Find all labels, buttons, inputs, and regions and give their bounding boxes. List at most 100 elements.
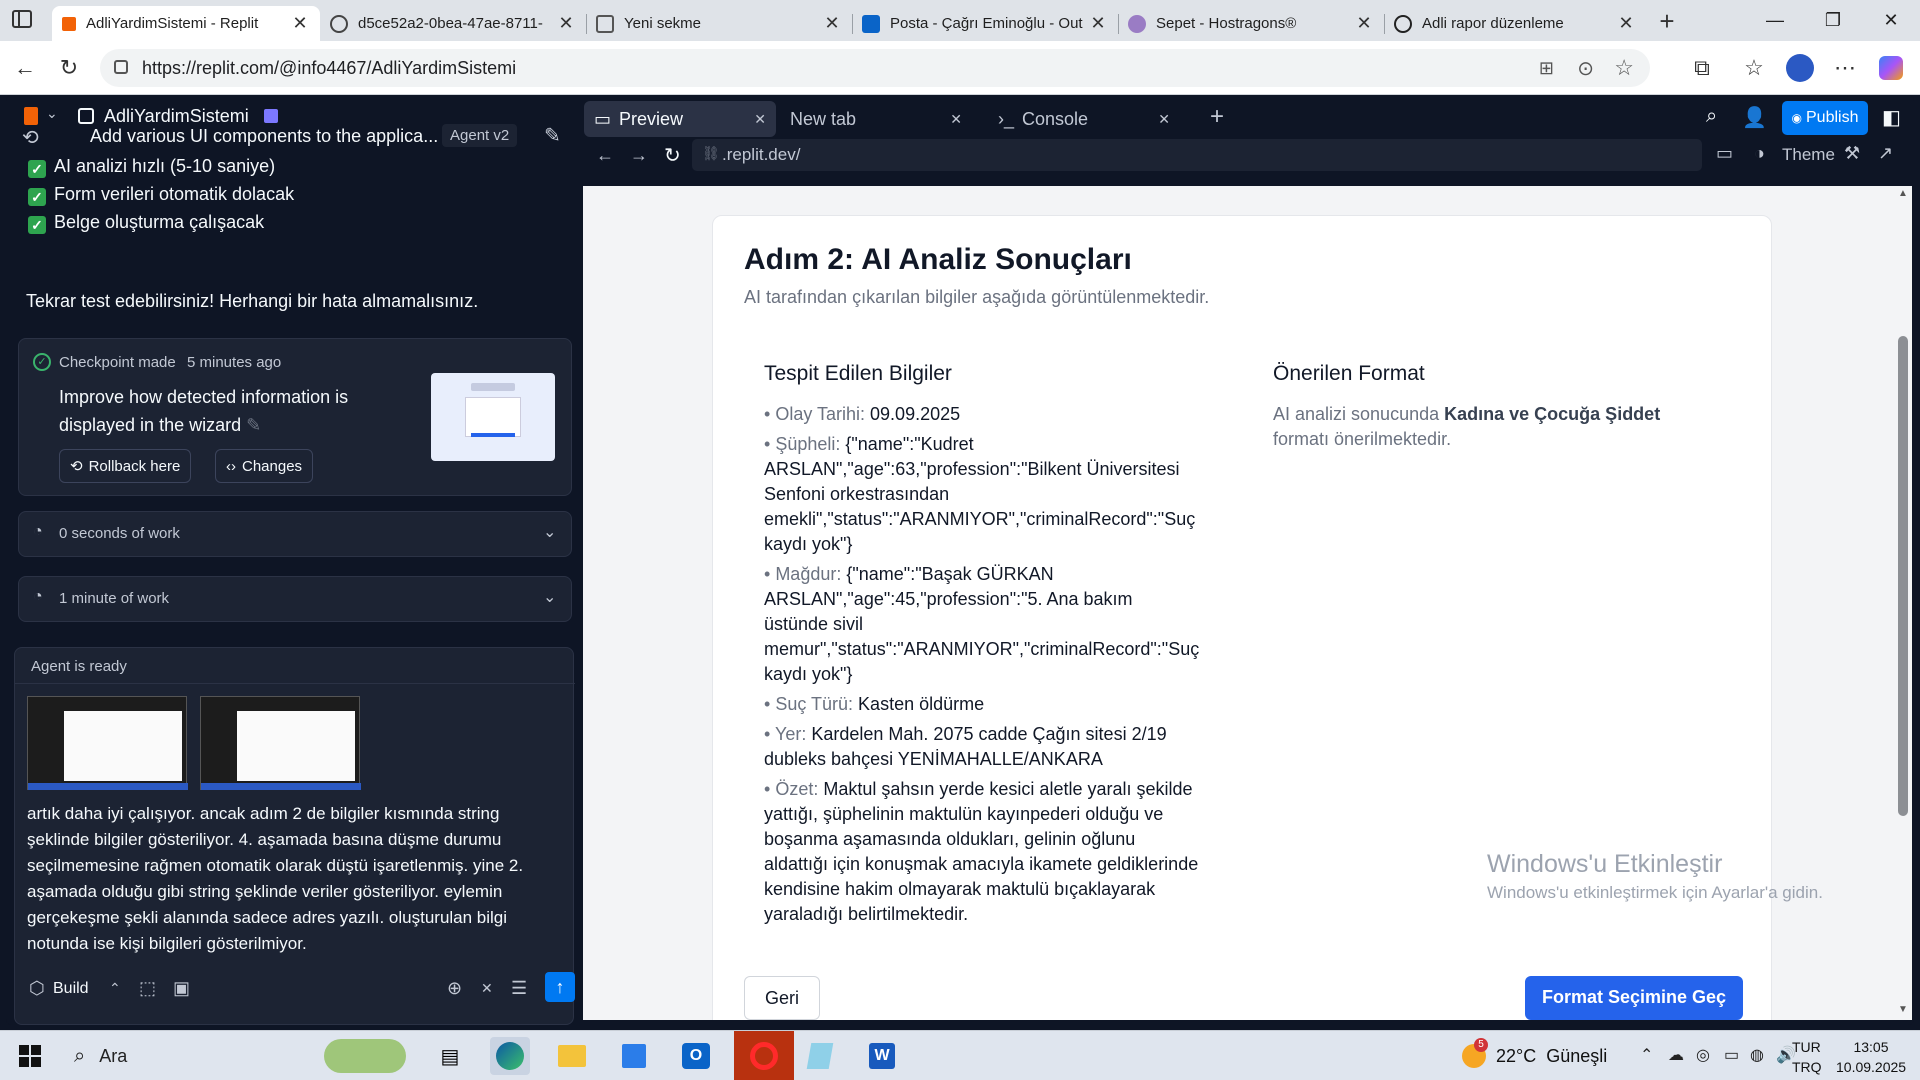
copilot-icon[interactable] [1874,51,1908,85]
store-icon[interactable] [614,1037,654,1075]
publish-button[interactable]: ◉ Publish [1782,101,1868,135]
onedrive-icon[interactable]: ☁ [1668,1045,1684,1065]
settings-more-icon[interactable]: ⋯ [1828,51,1862,85]
user-message[interactable]: artık daha iyi çalışıyor. ancak adım 2 d… [27,801,523,957]
battery-icon[interactable]: ▭ [1724,1045,1739,1065]
preview-forward-icon[interactable]: → [630,145,648,166]
invite-user-icon[interactable]: 👤 [1742,105,1767,130]
close-icon[interactable]: ✕ [1088,13,1108,34]
checkpoint-thumbnail[interactable] [431,373,555,461]
tab-preview[interactable]: ▭ Preview ✕ [584,101,776,137]
opera-icon[interactable] [734,1031,794,1080]
clear-icon[interactable]: ✕ [481,980,493,997]
restore-button[interactable]: ❐ [1804,0,1862,41]
send-button[interactable]: ↑ [545,972,575,1002]
thread-title[interactable]: Add various UI components to the applica… [90,126,438,147]
search-icon[interactable]: ⌕ [1706,105,1717,128]
close-icon[interactable]: ✕ [556,13,576,34]
outlook-icon[interactable]: O [676,1037,716,1075]
devices-icon[interactable]: ▭ [1716,143,1733,164]
select-element-icon[interactable]: ⬚ [139,978,156,999]
settings-sliders-icon[interactable]: ☰ [511,978,527,999]
pencil-icon[interactable]: ✎ [246,415,261,435]
browser-tab-6[interactable]: Adli rapor düzenleme ✕ [1384,6,1646,41]
scrollbar[interactable]: ▲ ▼ [1894,186,1912,1020]
clock[interactable]: 13:05 10.09.2025 [1836,1037,1906,1077]
taskbar-search[interactable]: ⌕ Ara [62,1035,412,1077]
vpn-icon[interactable]: ◎ [1696,1045,1710,1065]
browser-tab-replit[interactable]: AdliYardimSistemi - Replit ✕ [52,6,320,41]
scroll-down-icon[interactable]: ▼ [1898,1004,1908,1015]
notepad-icon[interactable] [800,1037,840,1075]
close-icon[interactable]: ✕ [1354,13,1374,34]
history-icon-glyph[interactable]: ⟲ [22,125,39,150]
build-mode-button[interactable]: Build [53,980,89,998]
wrench-icon[interactable]: ⚒ [1844,143,1860,164]
more-icon[interactable]: ⊙ [1577,56,1594,81]
close-icon[interactable]: ✕ [290,13,310,34]
chat-input-box[interactable]: Agent is ready artık daha iyi çalışıyor.… [14,647,575,1025]
favorites-icon[interactable]: ☆ [1737,51,1771,85]
browser-tab-2[interactable]: d5ce52a2-0bea-47ae-8711- ✕ [320,6,586,41]
image-attach-icon[interactable]: ▣ [173,978,190,999]
browser-tab-4[interactable]: Posta - Çağrı Eminoğlu - Out ✕ [852,6,1118,41]
changes-button[interactable]: ‹› Changes [215,449,314,483]
close-icon[interactable]: ✕ [1158,111,1170,128]
open-external-icon[interactable]: ↗ [1878,143,1893,164]
preview-back-icon[interactable]: ← [596,145,614,166]
address-bar[interactable]: https://replit.com/@info4467/AdliYardimS… [100,49,1650,87]
browser-tab-5[interactable]: Sepet - Hostragons® ✕ [1118,6,1384,41]
palette-icon[interactable]: ◑ [1754,143,1765,164]
minimize-button[interactable]: — [1746,0,1804,41]
replit-logo-icon[interactable] [24,107,38,125]
close-icon[interactable]: ✕ [950,111,962,128]
agent-version-badge[interactable]: Agent v2 [442,124,518,147]
network-icon[interactable]: ◍ [1750,1045,1764,1065]
chevron-down-icon[interactable]: ⌄ [46,105,58,122]
start-button[interactable] [10,1037,50,1075]
chevron-up-icon[interactable]: ⌃ [109,980,121,997]
task-view-icon[interactable]: ▤ [430,1037,470,1075]
chevron-down-icon[interactable]: ⌄ [543,587,556,607]
add-tab-icon[interactable]: + [1210,103,1224,131]
language-indicator[interactable]: TUR TRQ [1792,1037,1832,1077]
new-chat-icon[interactable]: ✎ [544,123,561,148]
close-icon[interactable]: ✕ [754,111,766,128]
chevron-up-icon[interactable]: ⌃ [1640,1045,1653,1065]
browser-tab-3[interactable]: Yeni sekme ✕ [586,6,852,41]
next-button[interactable]: Format Seçimine Geç [1525,976,1743,1020]
favorite-star-icon[interactable]: ☆ [1614,55,1634,81]
scrollbar-thumb[interactable] [1898,336,1908,816]
close-icon[interactable]: ✕ [1616,13,1636,34]
back-button[interactable]: Geri [744,976,820,1020]
project-name[interactable]: AdliYardimSistemi [104,106,249,127]
work-summary-row[interactable]: ◔ 0 seconds of work ⌄ [18,511,572,557]
reload-button[interactable]: ↻ [52,51,86,85]
file-explorer-icon[interactable] [552,1037,592,1075]
word-icon[interactable]: W [862,1037,902,1075]
scroll-up-icon[interactable]: ▲ [1898,188,1908,199]
window-close-button[interactable]: ✕ [1862,0,1920,41]
back-button[interactable]: ← [8,51,42,85]
theme-button[interactable]: Theme [1782,145,1835,165]
work-summary-row[interactable]: ◔ 1 minute of work ⌄ [18,576,572,622]
layout-toggle-icon[interactable]: ◧ [1882,105,1901,130]
attachment-thumbnail[interactable] [27,696,188,790]
apps-icon[interactable]: ⊞ [1539,58,1554,79]
profile-avatar[interactable] [1783,51,1817,85]
lock-icon[interactable] [114,60,128,74]
extensions-icon[interactable]: ⧉ [1685,51,1719,85]
attachment-thumbnail[interactable] [200,696,361,790]
rollback-button[interactable]: ⟲ Rollback here [59,449,192,483]
edge-icon[interactable] [490,1037,530,1075]
chevron-down-icon[interactable]: ⌄ [543,522,556,542]
preview-reload-icon[interactable]: ↻ [664,143,681,168]
weather-widget[interactable]: 5 22°C Güneşli [1462,1038,1607,1069]
preview-url-bar[interactable]: ⛓ .replit.dev/ [692,139,1702,171]
tab-actions-icon[interactable] [12,10,32,28]
web-search-icon[interactable]: ⊕ [447,978,462,999]
tab-new[interactable]: New tab ✕ [780,101,972,137]
close-icon[interactable]: ✕ [822,13,842,34]
new-tab-button[interactable]: + [1652,6,1682,36]
tab-console[interactable]: ›_ Console ✕ [988,101,1180,137]
